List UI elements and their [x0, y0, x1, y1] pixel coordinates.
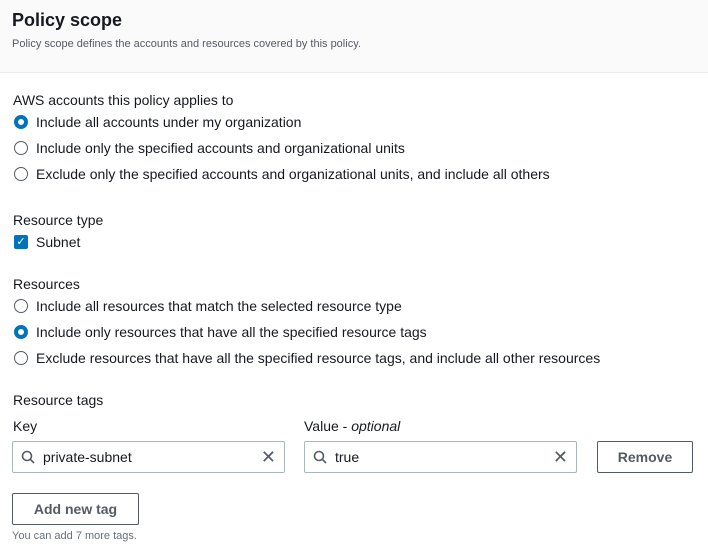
- option-label: Exclude resources that have all the spec…: [36, 350, 601, 366]
- search-icon: [21, 450, 35, 464]
- search-icon: [313, 450, 327, 464]
- option-label: Include all accounts under my organizati…: [36, 114, 302, 130]
- option-label: Exclude only the specified accounts and …: [36, 166, 550, 182]
- key-input[interactable]: private-subnet ✕: [12, 441, 285, 473]
- section-description: Policy scope defines the accounts and re…: [12, 38, 361, 50]
- section-title: Policy scope: [12, 10, 123, 30]
- value-label: Value - optional: [304, 418, 400, 434]
- radio-selected-icon: [14, 325, 28, 339]
- radio-icon: [14, 351, 28, 365]
- value-input[interactable]: true ✕: [304, 441, 577, 473]
- resources-radio-all[interactable]: Include all resources that match the sel…: [14, 298, 402, 314]
- optional-label: optional: [351, 418, 401, 434]
- subnet-checkbox[interactable]: ✓ Subnet: [14, 234, 80, 250]
- option-label: Include only the specified accounts and …: [36, 140, 405, 156]
- clear-icon[interactable]: ✕: [261, 447, 276, 468]
- add-new-tag-button[interactable]: Add new tag: [12, 493, 139, 525]
- resources-radio-include-tags[interactable]: Include only resources that have all the…: [14, 324, 427, 340]
- resources-radio-exclude-tags[interactable]: Exclude resources that have all the spec…: [14, 350, 600, 366]
- key-label: Key: [13, 418, 38, 434]
- clear-icon[interactable]: ✕: [553, 447, 568, 468]
- accounts-radio-all[interactable]: Include all accounts under my organizati…: [14, 114, 301, 130]
- section-header: Policy scope Policy scope defines the ac…: [0, 0, 708, 73]
- resource-type-label: Resource type: [13, 212, 104, 228]
- resources-label: Resources: [13, 276, 80, 292]
- radio-icon: [14, 167, 28, 181]
- remove-button[interactable]: Remove: [597, 441, 693, 473]
- value-value: true: [335, 449, 360, 465]
- radio-icon: [14, 141, 28, 155]
- option-label: Include all resources that match the sel…: [36, 298, 402, 314]
- accounts-radio-exclude-specified[interactable]: Exclude only the specified accounts and …: [14, 166, 550, 182]
- accounts-radio-include-specified[interactable]: Include only the specified accounts and …: [14, 140, 405, 156]
- resource-tags-label: Resource tags: [13, 392, 104, 408]
- key-value: private-subnet: [43, 449, 132, 465]
- accounts-label: AWS accounts this policy applies to: [13, 92, 234, 108]
- radio-selected-icon: [14, 115, 28, 129]
- radio-icon: [14, 299, 28, 313]
- checkmark-icon: ✓: [14, 235, 28, 249]
- value-label-text: Value -: [304, 418, 352, 434]
- tags-hint: You can add 7 more tags.: [12, 530, 137, 542]
- option-label: Include only resources that have all the…: [36, 324, 427, 340]
- option-label: Subnet: [36, 234, 81, 250]
